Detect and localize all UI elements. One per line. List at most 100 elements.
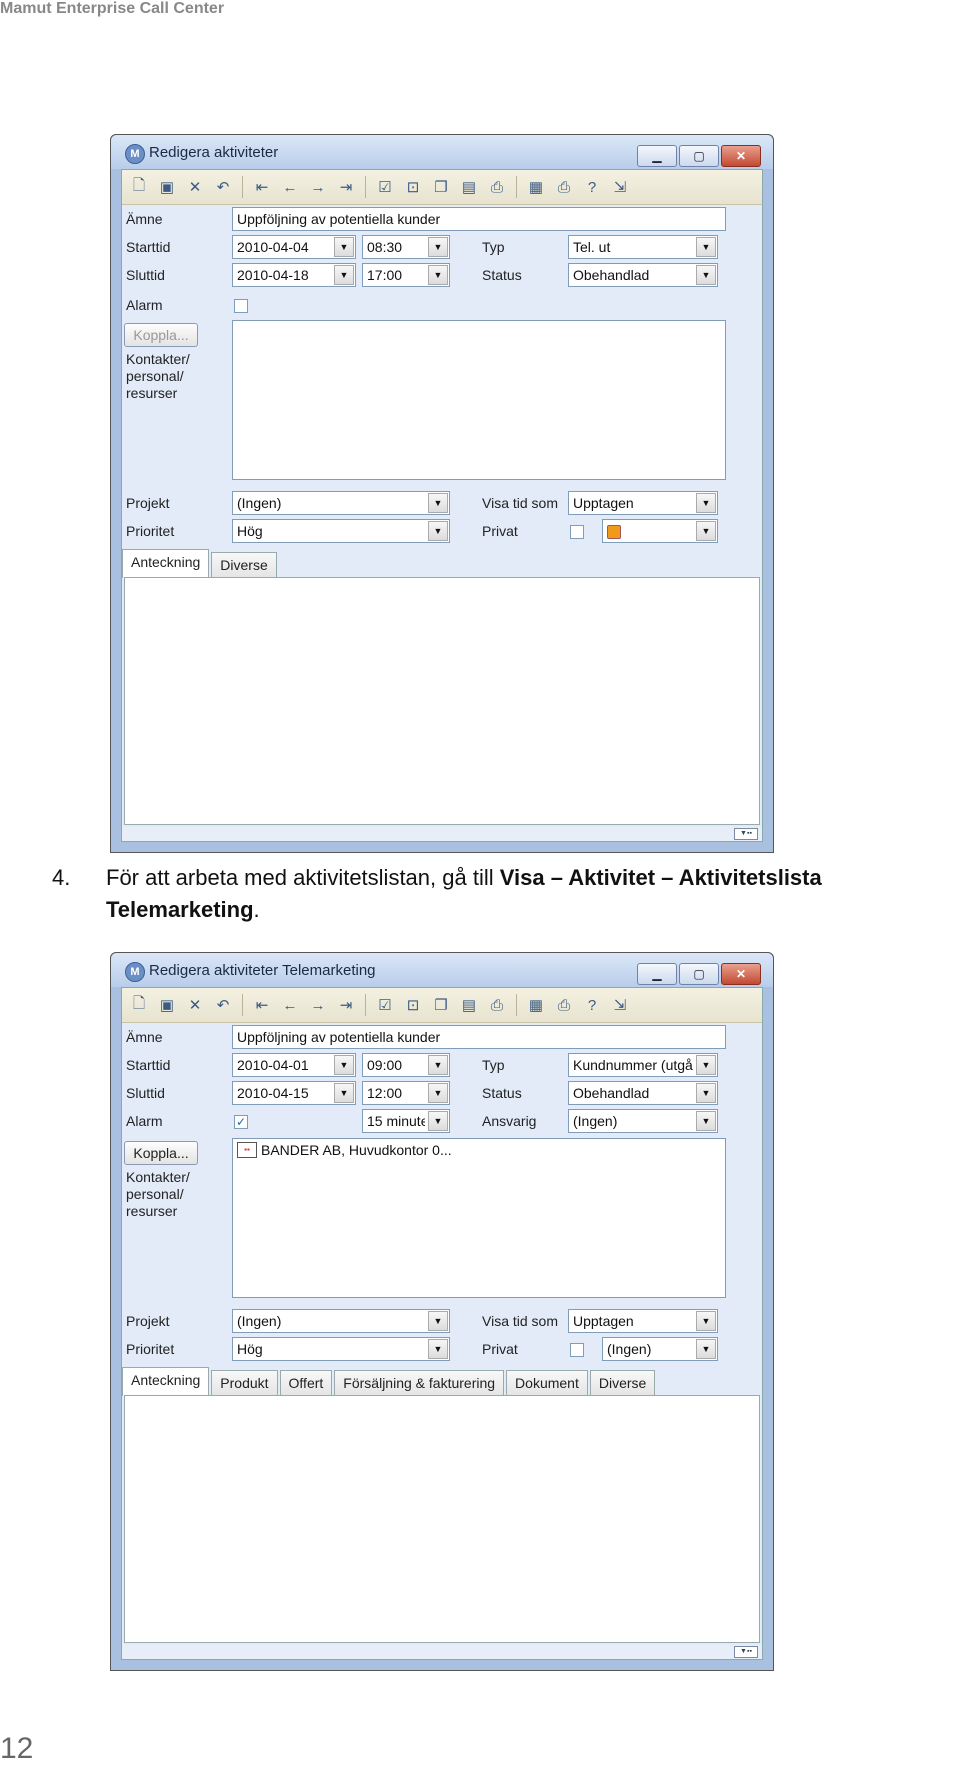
dropdown-arrow-icon[interactable]: ▼	[334, 237, 354, 257]
resize-grip-icon[interactable]: ▼▪▪	[734, 1646, 758, 1658]
start-date-combo[interactable]: 2010-04-04 ▼	[232, 235, 356, 259]
maximize-button[interactable]: ▢	[679, 963, 719, 985]
category-combo[interactable]: ▼	[602, 519, 718, 543]
dropdown-arrow-icon[interactable]: ▼	[428, 521, 448, 541]
help-icon[interactable]: ?	[579, 174, 605, 200]
title-bar[interactable]: M Redigera aktiviteter ▁ ▢ ✕	[111, 135, 773, 169]
delete-icon[interactable]: ✕	[182, 174, 208, 200]
next-icon[interactable]: →	[305, 992, 331, 1018]
folder-icon[interactable]: ▤	[456, 992, 482, 1018]
dropdown-arrow-icon[interactable]: ▼	[428, 1055, 448, 1075]
end-date-combo[interactable]: 2010-04-15 ▼	[232, 1081, 356, 1105]
status-combo[interactable]: Obehandlad ▼	[568, 1081, 718, 1105]
dropdown-arrow-icon[interactable]: ▼	[428, 1311, 448, 1331]
save-icon[interactable]: ▣	[154, 992, 180, 1018]
check-icon[interactable]: ☑	[372, 992, 398, 1018]
subject-input[interactable]: Uppföljning av potentiella kunder	[232, 207, 726, 231]
priority-combo[interactable]: Hög ▼	[232, 1337, 450, 1361]
exit-icon[interactable]: ⇲	[607, 174, 633, 200]
help-icon[interactable]: ?	[579, 992, 605, 1018]
print-preview-icon[interactable]: ⎙	[484, 992, 510, 1018]
dropdown-arrow-icon[interactable]: ▼	[696, 1083, 716, 1103]
project-combo[interactable]: (Ingen) ▼	[232, 1309, 450, 1333]
show-time-combo[interactable]: Upptagen ▼	[568, 491, 718, 515]
dropdown-arrow-icon[interactable]: ▼	[428, 1083, 448, 1103]
dropdown-arrow-icon[interactable]: ▼	[696, 1339, 716, 1359]
tab-produkt[interactable]: Produkt	[211, 1370, 278, 1396]
next-icon[interactable]: →	[305, 174, 331, 200]
alarm-checkbox[interactable]	[234, 299, 248, 313]
show-time-combo[interactable]: Upptagen ▼	[568, 1309, 718, 1333]
last-icon[interactable]: ⇥	[333, 992, 359, 1018]
dropdown-arrow-icon[interactable]: ▼	[696, 521, 716, 541]
tab-dokument[interactable]: Dokument	[506, 1370, 588, 1396]
end-time-combo[interactable]: 12:00 ▼	[362, 1081, 450, 1105]
start-time-combo[interactable]: 08:30 ▼	[362, 235, 450, 259]
minimize-button[interactable]: ▁	[637, 963, 677, 985]
private-checkbox[interactable]	[570, 1343, 584, 1357]
alarm-time-combo[interactable]: 15 minute ▼	[362, 1109, 450, 1133]
priority-combo[interactable]: Hög ▼	[232, 519, 450, 543]
tab-diverse[interactable]: Diverse	[589, 1370, 656, 1396]
minimize-button[interactable]: ▁	[637, 145, 677, 167]
last-icon[interactable]: ⇥	[333, 174, 359, 200]
previous-icon[interactable]: ←	[277, 174, 303, 200]
folder-icon[interactable]: ▤	[456, 174, 482, 200]
tab-anteckning[interactable]: Anteckning	[122, 1367, 210, 1396]
dropdown-arrow-icon[interactable]: ▼	[428, 1339, 448, 1359]
new-icon[interactable]: 🗋	[126, 174, 152, 200]
end-date-combo[interactable]: 2010-04-18 ▼	[232, 263, 356, 287]
close-button[interactable]: ✕	[721, 963, 761, 985]
undo-icon[interactable]: ↶	[210, 992, 236, 1018]
preview-icon[interactable]: ⊡	[400, 992, 426, 1018]
tab-diverse[interactable]: Diverse	[211, 552, 277, 578]
dropdown-arrow-icon[interactable]: ▼	[428, 1111, 448, 1131]
dropdown-arrow-icon[interactable]: ▼	[428, 265, 448, 285]
first-icon[interactable]: ⇤	[249, 174, 275, 200]
dropdown-arrow-icon[interactable]: ▼	[334, 1083, 354, 1103]
notes-area[interactable]	[124, 1395, 760, 1643]
contacts-list[interactable]	[232, 320, 726, 480]
list-item[interactable]: ▪▪ BANDER AB, Huvudkontor 0...	[237, 1142, 452, 1158]
notes-area[interactable]	[124, 577, 760, 825]
properties-icon[interactable]: ▦	[523, 174, 549, 200]
check-icon[interactable]: ☑	[372, 174, 398, 200]
copy-icon[interactable]: ❐	[428, 992, 454, 1018]
dropdown-arrow-icon[interactable]: ▼	[334, 1055, 354, 1075]
first-icon[interactable]: ⇤	[249, 992, 275, 1018]
exit-icon[interactable]: ⇲	[607, 992, 633, 1018]
new-icon[interactable]: 🗋	[126, 992, 152, 1018]
subject-input[interactable]: Uppföljning av potentiella kunder	[232, 1025, 726, 1049]
previous-icon[interactable]: ←	[277, 992, 303, 1018]
type-combo[interactable]: Tel. ut ▼	[568, 235, 718, 259]
start-time-combo[interactable]: 09:00 ▼	[362, 1053, 450, 1077]
dropdown-arrow-icon[interactable]: ▼	[428, 237, 448, 257]
copy-icon[interactable]: ❐	[428, 174, 454, 200]
preview-icon[interactable]: ⊡	[400, 174, 426, 200]
private-checkbox[interactable]	[570, 525, 584, 539]
dropdown-arrow-icon[interactable]: ▼	[696, 1111, 716, 1131]
print-preview-icon[interactable]: ⎙	[484, 174, 510, 200]
dropdown-arrow-icon[interactable]: ▼	[696, 265, 716, 285]
connect-button[interactable]: Koppla...	[124, 1141, 198, 1165]
alarm-checkbox[interactable]: ✓	[234, 1115, 248, 1129]
connect-button[interactable]: Koppla...	[124, 323, 198, 347]
properties-icon[interactable]: ▦	[523, 992, 549, 1018]
end-time-combo[interactable]: 17:00 ▼	[362, 263, 450, 287]
tab-anteckning[interactable]: Anteckning	[122, 549, 210, 578]
contacts-list[interactable]: ▪▪ BANDER AB, Huvudkontor 0...	[232, 1138, 726, 1298]
dropdown-arrow-icon[interactable]: ▼	[696, 493, 716, 513]
dropdown-arrow-icon[interactable]: ▼	[428, 493, 448, 513]
category-combo[interactable]: (Ingen) ▼	[602, 1337, 718, 1361]
dropdown-arrow-icon[interactable]: ▼	[696, 237, 716, 257]
print-icon[interactable]: ⎙	[551, 174, 577, 200]
close-button[interactable]: ✕	[721, 145, 761, 167]
dropdown-arrow-icon[interactable]: ▼	[696, 1311, 716, 1331]
tab-forsaljning-fakturering[interactable]: Försäljning & fakturering	[334, 1370, 505, 1396]
project-combo[interactable]: (Ingen) ▼	[232, 491, 450, 515]
type-combo[interactable]: Kundnummer (utgåe ▼	[568, 1053, 718, 1077]
dropdown-arrow-icon[interactable]: ▼	[334, 265, 354, 285]
tab-offert[interactable]: Offert	[279, 1370, 333, 1396]
status-combo[interactable]: Obehandlad ▼	[568, 263, 718, 287]
print-icon[interactable]: ⎙	[551, 992, 577, 1018]
